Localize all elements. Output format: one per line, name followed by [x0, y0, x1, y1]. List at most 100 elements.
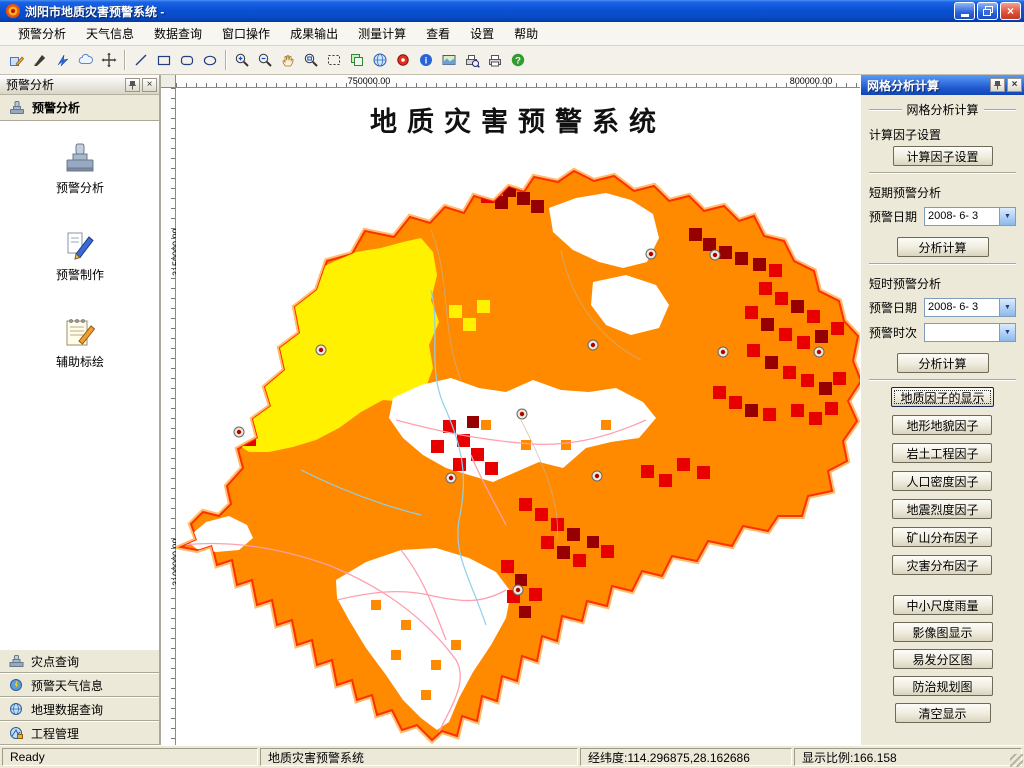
help-button[interactable]: ?: [506, 49, 529, 72]
prevention-plan-button[interactable]: 防治规划图: [892, 676, 993, 696]
pen-button[interactable]: [28, 49, 51, 72]
divider: [869, 172, 1016, 174]
resize-grip[interactable]: [1010, 754, 1023, 767]
hotspot-button[interactable]: [391, 49, 414, 72]
group-label: 预警天气信息: [31, 678, 104, 693]
menu-measure[interactable]: 测量计算: [348, 21, 416, 46]
rounded-rect-icon: [180, 55, 193, 66]
info-icon: i: [419, 54, 432, 66]
zoom-extent-icon: [304, 53, 318, 67]
left-panel-close-button[interactable]: ×: [142, 77, 157, 92]
image-display-button[interactable]: 影像图显示: [892, 622, 993, 642]
tool-warning-analysis[interactable]: 预警分析: [56, 143, 104, 196]
factor-geology-display-button[interactable]: 地质因子的显示: [891, 387, 994, 407]
short-term-analyze-button[interactable]: 分析计算: [896, 237, 989, 257]
info-button[interactable]: i: [414, 49, 437, 72]
section-warning-analysis[interactable]: 预警分析: [0, 95, 159, 121]
tool-list: 预警分析 预警制作 辅助标绘: [0, 121, 159, 649]
group-warning-weather-info[interactable]: 预警天气信息: [0, 673, 159, 697]
ruler-label: 750000.00: [347, 76, 391, 86]
print-button[interactable]: [483, 49, 506, 72]
map-image-button[interactable]: [437, 49, 460, 72]
menu-weather-info[interactable]: 天气信息: [76, 21, 144, 46]
right-panel-header: 网格分析计算 ×: [861, 75, 1024, 95]
right-panel-close-button[interactable]: ×: [1007, 78, 1022, 92]
group-label: 工程管理: [31, 726, 80, 741]
menu-view[interactable]: 查看: [416, 21, 460, 46]
chevron-down-icon[interactable]: ▼: [999, 324, 1015, 341]
ellipse-tool-button[interactable]: [198, 49, 221, 72]
short-time-period-combobox[interactable]: ▼: [924, 323, 1016, 342]
close-icon: ×: [1006, 4, 1014, 18]
group-geo-data-query[interactable]: 地理数据查询: [0, 697, 159, 721]
minimize-button[interactable]: [954, 2, 975, 20]
left-panel-pin-button[interactable]: [125, 77, 140, 92]
factor-button-stack: 地质因子的显示 地形地貌因子 岩土工程因子 人口密度因子 地震烈度因子 矿山分布…: [891, 387, 994, 583]
close-button[interactable]: ×: [1000, 2, 1021, 20]
help-icon: ?: [511, 53, 524, 67]
susceptibility-map-button[interactable]: 易发分区图: [892, 649, 993, 669]
section-label: 预警分析: [32, 101, 81, 115]
toolbar-separator: [124, 50, 125, 70]
move-cross-icon: [101, 52, 116, 68]
chevron-down-icon[interactable]: ▼: [999, 299, 1015, 316]
map-canvas[interactable]: 地质灾害预警系统: [176, 88, 860, 745]
short-term-section-label: 短期预警分析: [869, 186, 942, 200]
factor-disaster-button[interactable]: 灾害分布因子: [892, 555, 993, 575]
menu-settings[interactable]: 设置: [460, 21, 504, 46]
tool-warning-production[interactable]: 预警制作: [56, 228, 104, 283]
factor-terrain-button[interactable]: 地形地貌因子: [892, 415, 993, 435]
pin-icon: [128, 80, 137, 89]
layers-button[interactable]: [345, 49, 368, 72]
line-tool-button[interactable]: [129, 49, 152, 72]
menu-output[interactable]: 成果输出: [280, 21, 348, 46]
ruler-horizontal: 750000.00 800000.00: [176, 75, 860, 88]
factor-mine-button[interactable]: 矿山分布因子: [892, 527, 993, 547]
short-time-analyze-button[interactable]: 分析计算: [896, 353, 989, 373]
svg-text:i: i: [424, 55, 427, 65]
status-scale: 显示比例:166.158: [794, 748, 1022, 766]
menu-window-ops[interactable]: 窗口操作: [212, 21, 280, 46]
factor-geotech-button[interactable]: 岩土工程因子: [892, 443, 993, 463]
group-project-management[interactable]: 工程管理: [0, 721, 159, 745]
menu-help[interactable]: 帮助: [504, 21, 548, 46]
calc-factor-settings-button[interactable]: 计算因子设置: [892, 146, 993, 166]
short-time-date-combobox[interactable]: 2008- 6- 3 ▼: [924, 298, 1016, 317]
zoom-out-button[interactable]: [253, 49, 276, 72]
risk-map: [176, 167, 860, 745]
stamp-icon: [10, 100, 24, 114]
zoom-extent-button[interactable]: [299, 49, 322, 72]
menu-data-query[interactable]: 数据查询: [144, 21, 212, 46]
restore-button[interactable]: [977, 2, 998, 20]
display-button-stack: 中小尺度雨量 影像图显示 易发分区图 防治规划图 清空显示: [892, 595, 993, 730]
globe-button[interactable]: [368, 49, 391, 72]
rectangle-tool-button[interactable]: [152, 49, 175, 72]
factor-seismic-button[interactable]: 地震烈度因子: [892, 499, 993, 519]
combobox-value: 2008- 6- 3: [928, 210, 979, 222]
right-panel-title: 网格分析计算: [867, 78, 940, 93]
clear-display-button[interactable]: 清空显示: [894, 703, 991, 723]
right-panel-pin-button[interactable]: [990, 78, 1005, 92]
menu-warning-analysis[interactable]: 预警分析: [8, 21, 76, 46]
pen-icon: [33, 55, 45, 66]
flash-button[interactable]: [51, 49, 74, 72]
ruler-vertical: 3150000.00 3100000.00: [161, 88, 181, 745]
move-cross-button[interactable]: [97, 49, 120, 72]
print-preview-button[interactable]: [460, 49, 483, 72]
rainfall-display-button[interactable]: 中小尺度雨量: [892, 595, 993, 615]
line-icon: [135, 54, 146, 66]
short-term-date-combobox[interactable]: 2008- 6- 3 ▼: [924, 207, 1016, 226]
rounded-rect-tool-button[interactable]: [175, 49, 198, 72]
chevron-down-icon[interactable]: ▼: [999, 208, 1015, 225]
print-icon: [488, 55, 501, 67]
factor-population-button[interactable]: 人口密度因子: [892, 471, 993, 491]
select-box-button[interactable]: [322, 49, 345, 72]
tool-auxiliary-plot[interactable]: 辅助标绘: [56, 315, 104, 370]
edit-feature-button[interactable]: [5, 49, 28, 72]
cloud-button[interactable]: [74, 49, 97, 72]
zoom-in-button[interactable]: [230, 49, 253, 72]
group-disaster-point-query[interactable]: 灾点查询: [0, 649, 159, 673]
pan-button[interactable]: [276, 49, 299, 72]
short-time-section-label: 短时预警分析: [869, 277, 942, 291]
app-icon: [6, 4, 20, 18]
